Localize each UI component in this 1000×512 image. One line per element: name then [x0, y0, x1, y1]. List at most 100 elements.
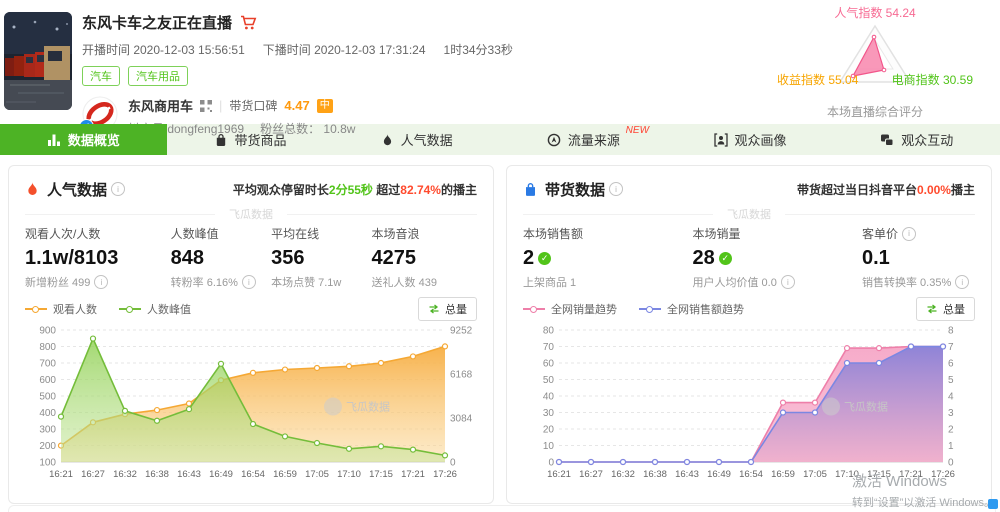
svg-text:8: 8 — [948, 326, 954, 337]
svg-text:500: 500 — [39, 392, 56, 403]
reputation-score: 4.47 — [284, 98, 309, 113]
bag-icon — [523, 182, 538, 197]
popularity-panel: 人气数据 i 平均观众停留时长2分55秒 超过82.74%的播主 飞瓜数据 观看… — [8, 165, 494, 504]
tab-audience-profile[interactable]: 观众画像 — [667, 124, 834, 155]
legend-marker — [639, 308, 661, 310]
windows-activation-watermark: 激活 Windows 转到“设置”以激活 Windows。 — [852, 470, 995, 510]
info-icon[interactable]: i — [955, 275, 969, 289]
svg-text:16:54: 16:54 — [241, 469, 265, 480]
svg-text:16:49: 16:49 — [209, 469, 233, 480]
info-icon[interactable]: i — [781, 275, 795, 289]
check-icon: ✓ — [719, 252, 732, 265]
legend-marker — [523, 308, 545, 310]
legend-marker — [119, 308, 141, 310]
legend-peak[interactable]: 人数峰值 — [119, 301, 191, 317]
legend-sales-amount[interactable]: 全网销售额趋势 — [639, 301, 744, 317]
tab-audience-interaction[interactable]: 观众互动 — [833, 124, 1000, 155]
svg-text:16:27: 16:27 — [579, 469, 603, 480]
svg-text:16:38: 16:38 — [145, 469, 169, 480]
svg-text:17:26: 17:26 — [433, 469, 457, 480]
info-icon[interactable]: i — [902, 227, 916, 241]
flame-icon — [381, 133, 394, 147]
info-icon[interactable]: i — [242, 275, 256, 289]
interaction-icon — [880, 133, 894, 147]
total-button[interactable]: 总量 — [418, 297, 477, 321]
svg-text:17:05: 17:05 — [803, 469, 827, 480]
svg-text:20: 20 — [543, 425, 555, 436]
svg-text:3: 3 — [948, 408, 954, 419]
switch-icon — [428, 304, 440, 314]
feigua-watermark: 飞瓜数据 — [713, 206, 785, 222]
svg-text:0: 0 — [450, 458, 456, 469]
truck-photo — [4, 12, 72, 110]
svg-text:40: 40 — [543, 392, 555, 403]
sales-trend-chart: 8070605040302010087654321016:2116:2716:3… — [523, 322, 981, 494]
ecommerce-index: 电商指数 30.59 — [892, 71, 973, 88]
svg-text:16:32: 16:32 — [113, 469, 137, 480]
svg-text:6168: 6168 — [450, 370, 473, 381]
svg-text:50: 50 — [543, 375, 555, 386]
legend-viewers[interactable]: 观看人数 — [25, 301, 97, 317]
stat-gifts: 本场音浪 4275 送礼人数 439 — [372, 225, 477, 290]
qrcode-icon[interactable] — [200, 100, 212, 112]
new-badge: NEW — [626, 125, 649, 136]
flame-icon — [25, 181, 40, 197]
cart-icon — [240, 15, 257, 30]
radar-caption: 本场直播综合评分 — [775, 103, 975, 120]
retention-summary: 平均观众停留时长2分55秒 超过82.74%的播主 — [233, 181, 477, 198]
svg-text:400: 400 — [39, 408, 56, 419]
audience-icon — [714, 133, 728, 147]
svg-text:17:10: 17:10 — [337, 469, 361, 480]
svg-text:2: 2 — [948, 425, 954, 436]
info-icon[interactable]: i — [111, 182, 125, 196]
svg-text:7: 7 — [948, 342, 954, 353]
tag-auto[interactable]: 汽车 — [82, 66, 120, 86]
svg-text:16:32: 16:32 — [611, 469, 635, 480]
svg-text:16:59: 16:59 — [273, 469, 297, 480]
legend-sales-volume[interactable]: 全网销量趋势 — [523, 301, 617, 317]
svg-text:17:21: 17:21 — [401, 469, 425, 480]
svg-text:16:49: 16:49 — [707, 469, 731, 480]
ime-indicator — [988, 499, 998, 509]
main-tabs: 数据概览 带货商品 人气数据 流量来源 NEW 观众画像 — [0, 124, 1000, 155]
svg-text:0: 0 — [548, 458, 554, 469]
tag-auto-goods[interactable]: 汽车用品 — [128, 66, 188, 86]
svg-text:600: 600 — [39, 375, 56, 386]
tab-products[interactable]: 带货商品 — [167, 124, 334, 155]
svg-text:17:15: 17:15 — [369, 469, 393, 480]
panel-title: 人气数据 — [47, 179, 107, 200]
info-icon[interactable]: i — [94, 275, 108, 289]
popularity-trend-chart: 9008007006005004003002001009252616830840… — [25, 322, 483, 494]
live-thumbnail[interactable] — [4, 12, 72, 110]
info-icon[interactable]: i — [609, 182, 623, 196]
svg-text:16:59: 16:59 — [771, 469, 795, 480]
svg-text:100: 100 — [39, 458, 56, 469]
svg-text:9252: 9252 — [450, 326, 473, 337]
svg-text:5: 5 — [948, 375, 954, 386]
svg-text:80: 80 — [543, 326, 555, 337]
svg-text:300: 300 — [39, 425, 56, 436]
svg-text:30: 30 — [543, 408, 555, 419]
tab-data-overview[interactable]: 数据概览 — [0, 124, 167, 155]
start-time: 开播时间 2020-12-03 15:56:51 — [82, 41, 245, 58]
tab-popularity[interactable]: 人气数据 — [333, 124, 500, 155]
svg-text:3084: 3084 — [450, 414, 473, 425]
svg-text:4: 4 — [948, 392, 954, 403]
svg-text:200: 200 — [39, 441, 56, 452]
stat-viewers: 观看人次/人数 1.1w/8103 新增粉丝 499i — [25, 225, 171, 290]
popularity-index: 人气指数 54.24 — [775, 4, 975, 21]
svg-text:10: 10 — [543, 441, 555, 452]
end-time: 下播时间 2020-12-03 17:31:24 — [263, 41, 426, 58]
svg-text:16:21: 16:21 — [547, 469, 571, 480]
reputation-label: 带货口碑 — [229, 97, 277, 114]
bag-icon — [214, 133, 228, 147]
check-icon: ✓ — [538, 252, 551, 265]
svg-text:6: 6 — [948, 359, 954, 370]
duration: 1时34分33秒 — [444, 41, 513, 58]
total-button[interactable]: 总量 — [916, 297, 975, 321]
tab-traffic-source[interactable]: 流量来源 NEW — [500, 124, 667, 155]
account-name[interactable]: 东风商用车 — [128, 96, 193, 115]
watermark-divider: 飞瓜数据 — [523, 207, 975, 221]
svg-text:900: 900 — [39, 326, 56, 337]
stat-avg-order: 客单价i 0.1 销售转换率 0.35%i — [862, 225, 975, 290]
